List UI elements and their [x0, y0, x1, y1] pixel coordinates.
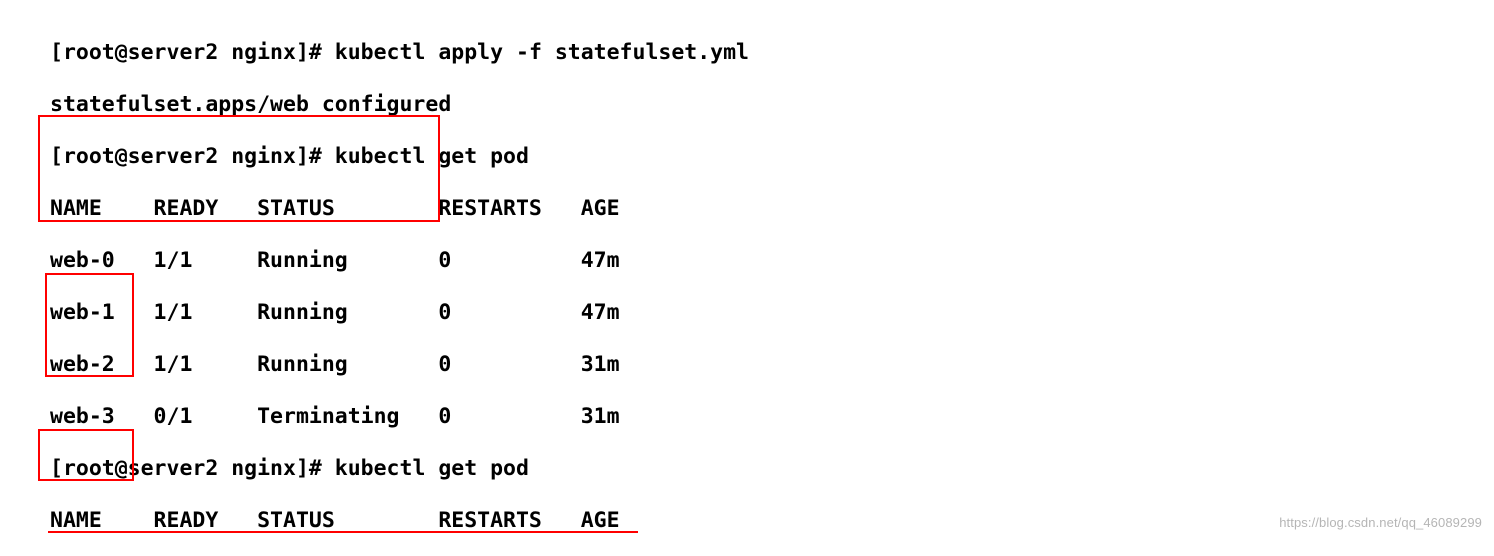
cmd-line-getpod-2: [root@server2 nginx]# kubectl get pod — [50, 456, 749, 482]
watermark-text: https://blog.csdn.net/qq_46089299 — [1279, 510, 1482, 536]
prompt: [root@server2 nginx]# — [50, 144, 335, 169]
command: kubectl get pod — [335, 456, 529, 481]
pod-row: web-1 1/1 Running 0 47m — [50, 300, 749, 326]
pod-row: web-0 1/1 Running 0 47m — [50, 248, 749, 274]
apply-result: statefulset.apps/web configured — [50, 92, 749, 118]
pod-row: web-2 1/1 Running 0 31m — [50, 352, 749, 378]
command: kubectl apply -f statefulset.yml — [335, 40, 749, 65]
cmd-line-apply: [root@server2 nginx]# kubectl apply -f s… — [50, 40, 749, 66]
table-header-1: NAME READY STATUS RESTARTS AGE — [50, 196, 749, 222]
command: kubectl get pod — [335, 144, 529, 169]
cmd-line-getpod-1: [root@server2 nginx]# kubectl get pod — [50, 144, 749, 170]
prompt: [root@server2 nginx]# — [50, 456, 335, 481]
prompt: [root@server2 nginx]# — [50, 40, 335, 65]
terminal-output[interactable]: [root@server2 nginx]# kubectl apply -f s… — [50, 14, 749, 556]
pod-row: web-3 0/1 Terminating 0 31m — [50, 404, 749, 430]
table-header-2: NAME READY STATUS RESTARTS AGE — [50, 508, 749, 534]
